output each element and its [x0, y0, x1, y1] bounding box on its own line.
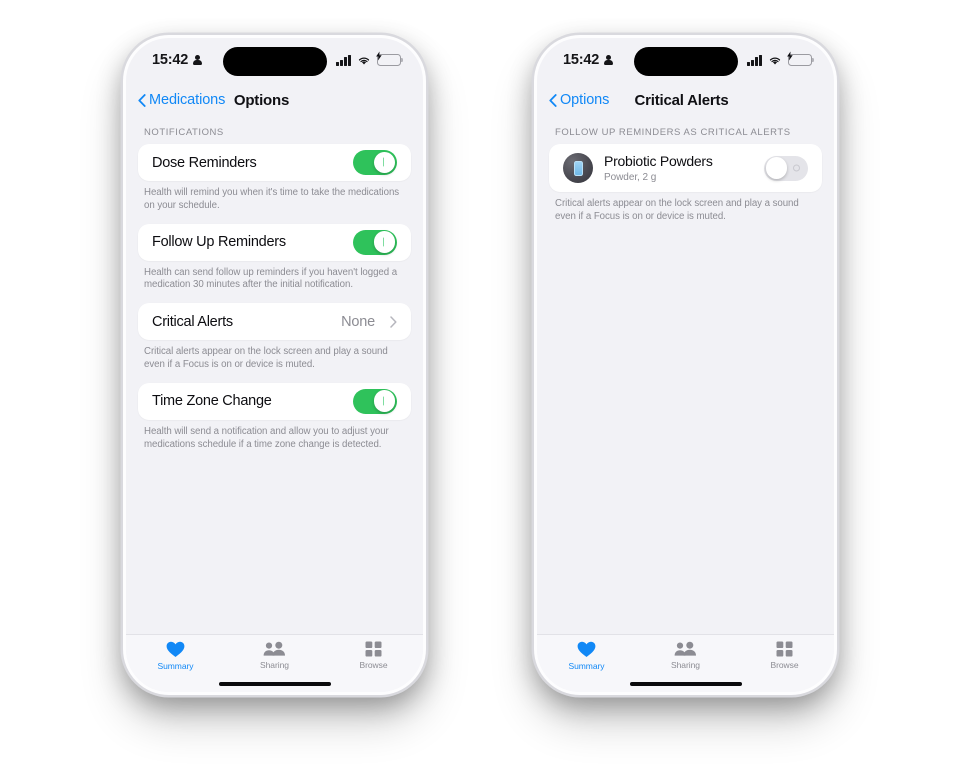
- navigation-bar: Options Critical Alerts: [537, 82, 834, 118]
- tab-label: Summary: [157, 661, 194, 671]
- footnote-dose-reminders: Health will remind you when it's time to…: [144, 187, 400, 211]
- row-label: Dose Reminders: [152, 154, 257, 171]
- card-critical-alerts: Critical Alerts None: [138, 303, 411, 341]
- card-time-zone-change: Time Zone Change: [138, 382, 411, 420]
- status-time: 15:42: [152, 52, 189, 68]
- heart-icon: [577, 641, 596, 657]
- card-probiotic-powders: Probiotic Powders Powder, 2 g: [549, 144, 822, 192]
- tab-label: Summary: [568, 661, 605, 671]
- navigation-bar: Medications Options: [126, 82, 423, 118]
- chevron-left-icon: [549, 93, 557, 107]
- tab-label: Sharing: [260, 660, 289, 670]
- medication-subtitle: Powder, 2 g: [604, 171, 657, 183]
- card-dose-reminders: Dose Reminders: [138, 144, 411, 181]
- home-indicator[interactable]: [629, 681, 742, 686]
- chevron-right-icon: [390, 315, 397, 328]
- medication-texts: Probiotic Powders Powder, 2 g: [604, 153, 753, 183]
- tab-sharing[interactable]: Sharing: [225, 641, 324, 670]
- tab-browse[interactable]: Browse: [324, 641, 423, 670]
- medication-name: Probiotic Powders: [604, 153, 713, 170]
- row-label: Critical Alerts: [152, 313, 233, 330]
- grid-icon: [365, 641, 382, 657]
- back-button-label: Medications: [149, 92, 226, 108]
- grid-icon: [776, 641, 793, 657]
- people-icon: [674, 641, 696, 656]
- person-icon: [193, 54, 203, 66]
- cellular-signal-icon: [747, 54, 762, 66]
- tab-label: Browse: [359, 660, 388, 670]
- tab-summary[interactable]: Summary: [537, 641, 636, 671]
- status-bar-right: [747, 51, 815, 66]
- wifi-icon: [769, 57, 781, 65]
- tab-label: Sharing: [671, 660, 700, 670]
- chevron-left-icon: [138, 93, 146, 107]
- back-button-label: Options: [560, 92, 610, 108]
- cellular-signal-icon: [336, 54, 351, 66]
- row-critical-alerts[interactable]: Critical Alerts None: [152, 303, 397, 340]
- wifi-icon: [358, 57, 370, 65]
- screenshot-stage: 15:42 Medications Options NOTIFICATIONS …: [0, 0, 960, 767]
- tab-sharing[interactable]: Sharing: [636, 641, 735, 670]
- options-content: NOTIFICATIONS Dose Reminders Health will…: [126, 118, 423, 634]
- critical-alerts-value: None: [341, 313, 375, 330]
- dose-reminders-toggle[interactable]: [353, 150, 397, 175]
- status-bar: 15:42: [537, 38, 834, 82]
- person-icon: [604, 54, 614, 66]
- people-icon: [263, 641, 285, 656]
- powder-packet-icon: [563, 153, 593, 183]
- section-header-follow-up-critical: FOLLOW UP REMINDERS AS CRITICAL ALERTS: [555, 127, 791, 138]
- status-bar-right: [336, 51, 404, 66]
- probiotic-powders-toggle[interactable]: [764, 155, 808, 181]
- row-label: Time Zone Change: [152, 393, 272, 410]
- tab-label: Browse: [770, 660, 799, 670]
- footnote-time-zone-change: Health will send a notification and allo…: [144, 425, 389, 450]
- phone-critical-alerts: 15:42 Options Critical Alerts FOLLOW UP …: [534, 35, 837, 695]
- dynamic-island: [222, 47, 327, 76]
- back-button-medications[interactable]: Medications: [138, 92, 225, 108]
- phone-critical-alerts-screen: 15:42 Options Critical Alerts FOLLOW UP …: [537, 38, 834, 692]
- tab-summary[interactable]: Summary: [126, 641, 225, 671]
- heart-icon: [166, 641, 185, 657]
- charging-bolt-icon: [787, 51, 793, 61]
- dynamic-island: [633, 47, 738, 76]
- back-button-options[interactable]: Options: [549, 92, 609, 108]
- critical-alerts-content: FOLLOW UP REMINDERS AS CRITICAL ALERTS P…: [537, 118, 834, 634]
- battery-charging-icon: [376, 51, 404, 66]
- footnote-follow-up-reminders: Health can send follow up reminders if y…: [144, 266, 398, 291]
- follow-up-reminders-toggle[interactable]: [353, 229, 397, 255]
- tab-browse[interactable]: Browse: [735, 641, 834, 670]
- status-bar-left: 15:42: [559, 52, 614, 68]
- row-time-zone-change[interactable]: Time Zone Change: [152, 383, 397, 420]
- row-dose-reminders[interactable]: Dose Reminders: [152, 144, 397, 181]
- row-follow-up-reminders[interactable]: Follow Up Reminders: [152, 224, 397, 261]
- section-header-notifications: NOTIFICATIONS: [144, 127, 224, 138]
- phone-options: 15:42 Medications Options NOTIFICATIONS …: [123, 35, 426, 695]
- card-follow-up-reminders: Follow Up Reminders: [138, 223, 411, 261]
- battery-charging-icon: [787, 51, 815, 66]
- row-probiotic-powders[interactable]: Probiotic Powders Powder, 2 g: [563, 144, 808, 192]
- row-label: Follow Up Reminders: [152, 234, 286, 251]
- footnote-critical-alerts: Critical alerts appear on the lock scree…: [144, 346, 388, 370]
- status-time: 15:42: [563, 52, 600, 68]
- status-bar-left: 15:42: [148, 52, 203, 68]
- phone-options-screen: 15:42 Medications Options NOTIFICATIONS …: [126, 38, 423, 692]
- time-zone-change-toggle[interactable]: [353, 388, 397, 414]
- footnote-critical-alerts: Critical alerts appear on the lock scree…: [555, 198, 799, 222]
- status-bar: 15:42: [126, 38, 423, 82]
- charging-bolt-icon: [376, 51, 382, 61]
- home-indicator[interactable]: [218, 681, 331, 686]
